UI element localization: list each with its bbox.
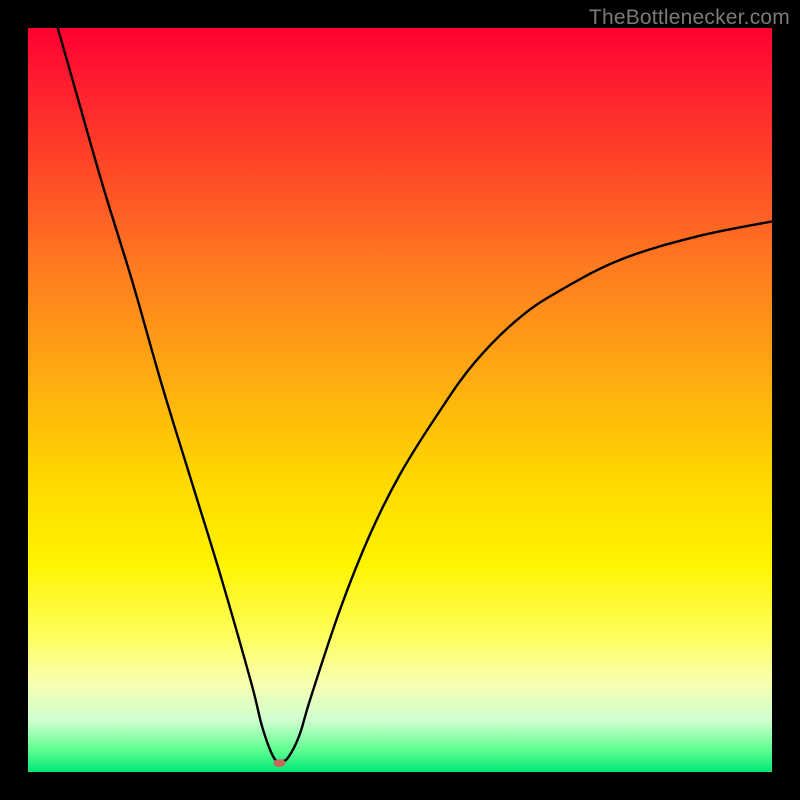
plot-area	[28, 28, 772, 772]
bottleneck-curve	[28, 28, 772, 772]
minimum-marker	[273, 759, 285, 767]
watermark-text: TheBottlenecker.com	[589, 6, 790, 30]
curve-line	[58, 28, 772, 761]
chart-frame: TheBottlenecker.com	[0, 0, 800, 800]
